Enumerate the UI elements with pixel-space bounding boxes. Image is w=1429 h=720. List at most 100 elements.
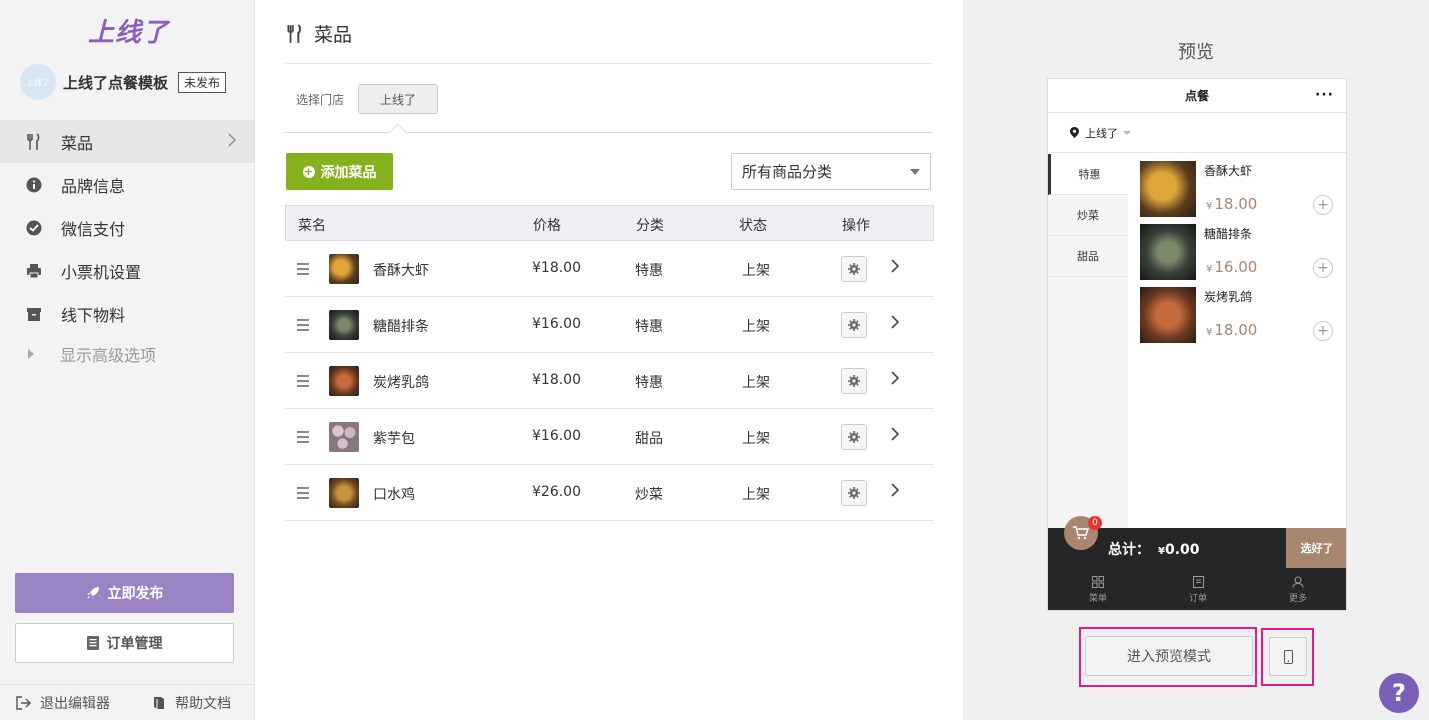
- phone-dish-item[interactable]: 炭烤乳鸽 ¥18.00 +: [1138, 286, 1343, 349]
- phone-menu-body: 特惠 炒菜 甜品 香酥大虾 ¥18.00 + 糖醋排条 ¥16.00 + 炭烤乳…: [1048, 154, 1346, 528]
- cart-count-badge: 0: [1088, 516, 1102, 530]
- sidebar-item-label: 品牌信息: [61, 176, 126, 196]
- table-row[interactable]: 香酥大虾 ¥18.00 特惠 上架: [285, 241, 934, 297]
- mobile-phone-icon: [1283, 649, 1293, 664]
- store-header: 上线了 上线了点餐模板 未发布: [20, 64, 227, 100]
- gear-icon[interactable]: [841, 312, 867, 338]
- book-icon: [152, 696, 166, 710]
- phone-dish-list: 香酥大虾 ¥18.00 + 糖醋排条 ¥16.00 + 炭烤乳鸽 ¥18.00 …: [1138, 160, 1343, 349]
- add-to-cart-icon[interactable]: +: [1313, 258, 1333, 278]
- drag-handle-icon[interactable]: [297, 375, 309, 390]
- dish-thumbnail: [329, 254, 359, 284]
- drag-handle-icon[interactable]: [297, 263, 309, 278]
- column-header-category: 分类: [636, 218, 664, 234]
- publish-button[interactable]: 立即发布: [15, 573, 234, 613]
- add-dish-button[interactable]: + 添加菜品: [286, 153, 393, 190]
- drag-handle-icon[interactable]: [297, 319, 309, 334]
- dish-name: 炭烤乳鸽: [373, 375, 429, 391]
- dish-thumbnail: [1140, 224, 1196, 280]
- phone-category-item[interactable]: 炒菜: [1048, 195, 1128, 236]
- store-option-button[interactable]: 上线了: [358, 84, 439, 114]
- plus-circle-icon: +: [302, 164, 315, 178]
- drag-handle-icon[interactable]: [297, 431, 309, 446]
- box-icon: [25, 305, 43, 323]
- help-button[interactable]: ?: [1379, 673, 1419, 713]
- document-icon: [86, 636, 99, 650]
- dish-category: 甜品: [635, 431, 663, 447]
- store-name: 上线了点餐模板: [63, 73, 169, 92]
- column-header-price: 价格: [533, 218, 561, 234]
- exit-editor-link[interactable]: 退出编辑器: [16, 693, 110, 713]
- table-row[interactable]: 口水鸡 ¥26.00 炒菜 上架: [285, 465, 934, 521]
- mobile-preview-button[interactable]: [1269, 637, 1307, 676]
- caret-right-icon: [28, 349, 34, 359]
- gear-icon[interactable]: [841, 424, 867, 450]
- dish-status: 上架: [742, 319, 770, 335]
- show-advanced-toggle[interactable]: 显示高级选项: [0, 335, 254, 373]
- sidebar-item-label: 小票机设置: [61, 262, 142, 282]
- category-filter-select[interactable]: 所有商品分类: [731, 153, 931, 190]
- gear-icon[interactable]: [841, 368, 867, 394]
- phone-tab-bar: 菜单 订单 更多: [1048, 568, 1346, 610]
- dish-category: 特惠: [635, 375, 663, 391]
- drag-handle-icon[interactable]: [297, 487, 309, 502]
- phone-dish-price: ¥18.00: [1206, 195, 1258, 213]
- fork-knife-icon: [286, 23, 304, 44]
- add-to-cart-icon[interactable]: +: [1313, 321, 1333, 341]
- brand-logo[interactable]: 上线了: [88, 12, 169, 49]
- table-row[interactable]: 紫芋包 ¥16.00 甜品 上架: [285, 409, 934, 465]
- chevron-right-icon[interactable]: [891, 259, 900, 277]
- order-management-button[interactable]: 订单管理: [15, 623, 234, 663]
- dish-price: ¥18.00: [532, 372, 581, 388]
- cart-total-amount: ¥0.00: [1158, 542, 1200, 558]
- phone-header-title: 点餐: [1184, 89, 1209, 103]
- chevron-right-icon[interactable]: [891, 483, 900, 501]
- dish-price: ¥16.00: [532, 316, 581, 332]
- phone-tab-menu[interactable]: 菜单: [1048, 568, 1148, 610]
- help-docs-link[interactable]: 帮助文档: [152, 693, 231, 713]
- dish-thumbnail: [329, 310, 359, 340]
- chevron-right-icon[interactable]: [891, 315, 900, 333]
- sidebar-item-printer[interactable]: 小票机设置: [0, 249, 254, 292]
- main-panel: 菜品 选择门店 上线了 + 添加菜品 所有商品分类 菜名 价格 分类 状态 操作…: [256, 0, 962, 720]
- rocket-icon: [86, 586, 100, 600]
- table-row[interactable]: 炭烤乳鸽 ¥18.00 特惠 上架: [285, 353, 934, 409]
- cart-total-label: 总计：: [1108, 542, 1150, 558]
- sidebar-footer: 退出编辑器 帮助文档: [0, 684, 254, 720]
- chevron-right-icon[interactable]: [891, 371, 900, 389]
- more-icon[interactable]: ···: [1315, 87, 1334, 103]
- phone-tab-more[interactable]: 更多: [1248, 568, 1346, 610]
- column-header-name: 菜名: [298, 218, 326, 234]
- table-row[interactable]: 糖醋排条 ¥16.00 特惠 上架: [285, 297, 934, 353]
- sidebar-item-dishes[interactable]: 菜品: [0, 120, 254, 163]
- phone-header: 点餐 ···: [1048, 79, 1346, 113]
- sidebar-item-brand-info[interactable]: 品牌信息: [0, 163, 254, 206]
- checkout-button[interactable]: 选好了: [1286, 528, 1346, 568]
- phone-dish-item[interactable]: 糖醋排条 ¥16.00 +: [1138, 223, 1343, 286]
- add-dish-label: 添加菜品: [320, 164, 377, 181]
- sidebar-item-wechat-pay[interactable]: 微信支付: [0, 206, 254, 249]
- user-icon: [1292, 576, 1304, 588]
- phone-tab-orders[interactable]: 订单: [1148, 568, 1248, 610]
- phone-dish-price: ¥18.00: [1206, 321, 1258, 339]
- printer-icon: [25, 262, 43, 280]
- enter-preview-mode-button[interactable]: 进入预览模式: [1085, 636, 1253, 676]
- chevron-right-icon[interactable]: [891, 427, 900, 445]
- gear-icon[interactable]: [841, 480, 867, 506]
- cart-total: 总计： ¥0.00: [1108, 539, 1200, 559]
- sidebar: 上线了 上线了 上线了点餐模板 未发布 菜品 品牌信息 微信支付 小票机设置 线…: [0, 0, 255, 720]
- gear-icon[interactable]: [841, 256, 867, 282]
- page-title: 菜品: [314, 24, 353, 46]
- location-pin-icon: [1070, 127, 1079, 138]
- phone-dish-item[interactable]: 香酥大虾 ¥18.00 +: [1138, 160, 1343, 223]
- dish-thumbnail: [329, 366, 359, 396]
- phone-category-item[interactable]: 甜品: [1048, 236, 1128, 277]
- sidebar-item-offline-materials[interactable]: 线下物料: [0, 292, 254, 335]
- order-management-label: 订单管理: [106, 636, 163, 652]
- exit-icon: [16, 695, 31, 710]
- phone-location-bar[interactable]: 上线了: [1048, 113, 1346, 153]
- phone-category-item[interactable]: 特惠: [1048, 154, 1128, 195]
- add-to-cart-icon[interactable]: +: [1313, 195, 1333, 215]
- fork-knife-icon: [25, 132, 43, 151]
- dish-status: 上架: [742, 375, 770, 391]
